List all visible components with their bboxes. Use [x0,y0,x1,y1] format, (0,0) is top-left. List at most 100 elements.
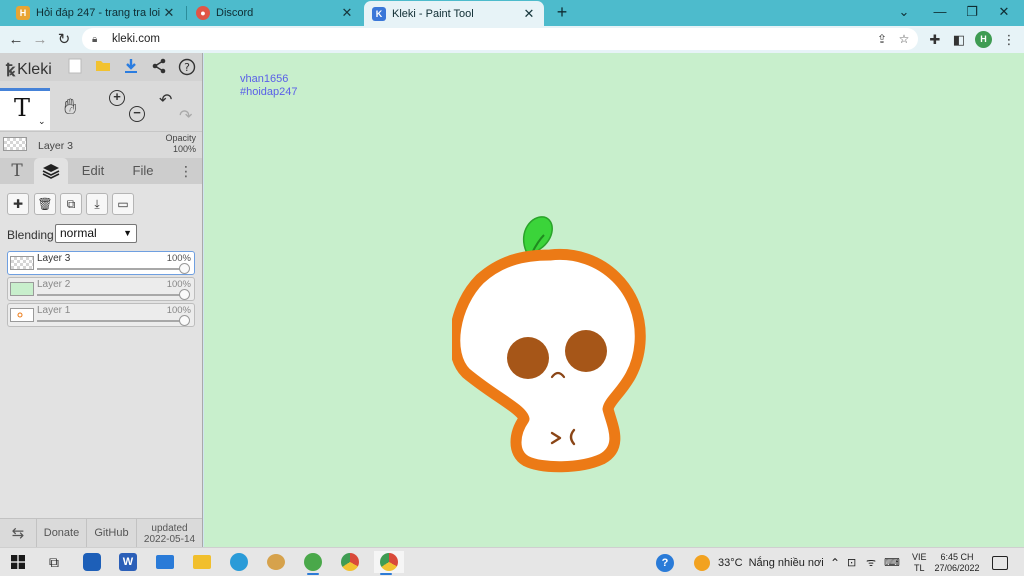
weather-widget[interactable]: 33°C Nắng nhiều nơi [694,548,824,576]
rename-layer-button[interactable]: ▭ [112,193,134,215]
task-view-icon[interactable]: ⧉ [42,551,66,573]
redo-icon[interactable]: ↷ [179,106,192,126]
keyboard-icon[interactable]: ⌨ [884,548,900,576]
undo-icon[interactable]: ↶ [159,90,172,110]
opacity-slider-track[interactable] [37,268,185,270]
show-hidden-icons-chevron-icon[interactable]: ⌃ [830,548,840,576]
paint-icon[interactable] [264,551,288,573]
blending-select[interactable]: normal ▼ [55,224,137,243]
layer-item[interactable]: Layer 1 100% [7,303,195,327]
layer-item[interactable]: Layer 3 100% [7,251,195,275]
kleki-logo[interactable]: ꝅ Kleki [6,58,52,81]
side-panel-icon[interactable]: ◧ [950,31,968,49]
word-icon[interactable]: W [116,551,140,573]
opacity-slider-track[interactable] [37,294,185,296]
chevron-down-icon[interactable]: ⌄ [38,116,46,127]
minimize-icon[interactable]: — [926,2,954,22]
address-bar[interactable]: 🔒︎ kleki.com ⇪ ☆ [82,28,918,50]
zoom-out-icon[interactable]: − [129,106,145,122]
current-layer-name: Layer 3 [38,140,74,152]
merge-down-button[interactable]: ⤓ [86,193,108,215]
new-tab-button[interactable]: + [552,3,572,23]
layer-opacity: 100% [166,305,191,316]
forward-arrow-icon[interactable]: → [30,30,50,50]
donate-link[interactable]: Donate [37,519,87,548]
kleki-header: ꝅ Kleki ? [0,53,202,81]
right-eye [565,330,607,372]
tab-hoidap[interactable]: H Hỏi đáp 247 - trang tra loi ✕ [8,0,184,26]
close-icon[interactable]: ✕ [340,5,354,21]
windows-start-icon[interactable] [6,551,30,573]
extensions-puzzle-icon[interactable]: ✚ [926,31,944,49]
menu-kebab-icon[interactable]: ⋮ [1000,31,1018,49]
tool-row: T ⌄ ✋︎ + − ↶ ↷ [0,88,202,130]
drawing-canvas[interactable]: vhan1656 #hoidap247 [204,53,1024,547]
clock[interactable]: 6:45 CH 27/06/2022 [934,548,980,576]
browser-tab-strip: H Hỏi đáp 247 - trang tra loi ✕ ● Discor… [0,0,1024,26]
layer-item[interactable]: Layer 2 100% [7,277,195,301]
tab-edit[interactable]: Edit [70,158,116,184]
chrome-app-icon[interactable] [301,551,325,575]
reload-icon[interactable]: ↻ [54,30,74,50]
opacity-slider-handle[interactable] [179,289,190,300]
open-folder-icon[interactable] [94,58,112,76]
more-options-icon[interactable]: ⋮ [170,158,202,184]
wifi-icon[interactable]: ᯤ [866,548,876,576]
skull-pumpkin-drawing [452,216,646,473]
input-language[interactable]: VIE TL [912,548,927,576]
opacity-slider-handle[interactable] [179,315,190,326]
tab-text-tool[interactable]: T [0,158,34,184]
edge-icon[interactable] [227,551,251,573]
delete-layer-button[interactable]: 🗑︎ [34,193,56,215]
share-icon[interactable] [150,58,168,76]
browser-toolbar: ← → ↻ 🔒︎ kleki.com ⇪ ☆ ✚ ◧ H ⋮ [0,26,1024,53]
layer-name: Layer 2 [37,279,71,290]
tab-file[interactable]: File [120,158,166,184]
chrome-profile-icon[interactable] [374,551,404,575]
notifications-icon[interactable] [992,548,1008,576]
screen-capture-icon[interactable]: ⊡ [847,548,856,576]
text-tool-button[interactable]: T ⌄ [0,88,50,130]
tab-layers[interactable] [34,158,68,184]
lock-icon: 🔒︎ [92,33,98,45]
close-icon[interactable]: ✕ [522,6,536,22]
zoom-in-icon[interactable]: + [109,90,125,106]
mail-icon[interactable] [153,551,177,573]
tab-search-icon[interactable]: ⌄ [890,2,918,22]
opacity-slider-track[interactable] [37,320,185,322]
new-file-icon[interactable] [66,58,84,76]
swap-side-icon[interactable]: ⇆ [0,519,37,548]
hand-tool-icon[interactable]: ✋︎ [64,94,77,120]
share-icon[interactable]: ⇪ [874,31,890,47]
tab-discord[interactable]: ● Discord ✕ [188,0,362,26]
close-icon[interactable]: ✕ [162,5,176,21]
file-explorer-icon[interactable] [190,551,214,573]
zalo-icon[interactable] [80,551,104,573]
svg-text:?: ? [184,61,190,74]
restore-icon[interactable]: ❐ [958,2,986,22]
back-arrow-icon[interactable]: ← [6,30,26,50]
profile-avatar[interactable]: H [975,31,992,48]
updated-label: updated [151,522,188,534]
tab-kleki[interactable]: K Kleki - Paint Tool ✕ [364,1,544,26]
leaf-shape [523,216,553,256]
help-icon[interactable]: ? [178,58,196,76]
download-icon[interactable] [122,58,140,76]
blending-value: normal [60,226,97,240]
blending-row: Blending normal ▼ [0,222,202,252]
layer-name: Layer 3 [37,253,71,264]
window-close-icon[interactable]: ✕ [990,2,1018,22]
current-layer-info: Layer 3 Opacity 100% [0,131,202,158]
bookmark-star-icon[interactable]: ☆ [896,31,912,47]
add-layer-button[interactable]: ✚ [7,193,29,215]
clock-date: 27/06/2022 [934,562,980,573]
github-link[interactable]: GitHub [87,519,137,548]
opacity-slider-handle[interactable] [179,263,190,274]
chrome-icon[interactable] [338,551,362,573]
clock-time: 6:45 CH [940,551,974,562]
help-tray-icon[interactable]: ? [656,548,674,576]
chevron-down-icon: ▼ [123,228,132,238]
duplicate-layer-button[interactable]: ⧉ [60,193,82,215]
updated-link[interactable]: updated 2022-05-14 [137,519,202,548]
layer-name: Layer 1 [37,305,71,316]
